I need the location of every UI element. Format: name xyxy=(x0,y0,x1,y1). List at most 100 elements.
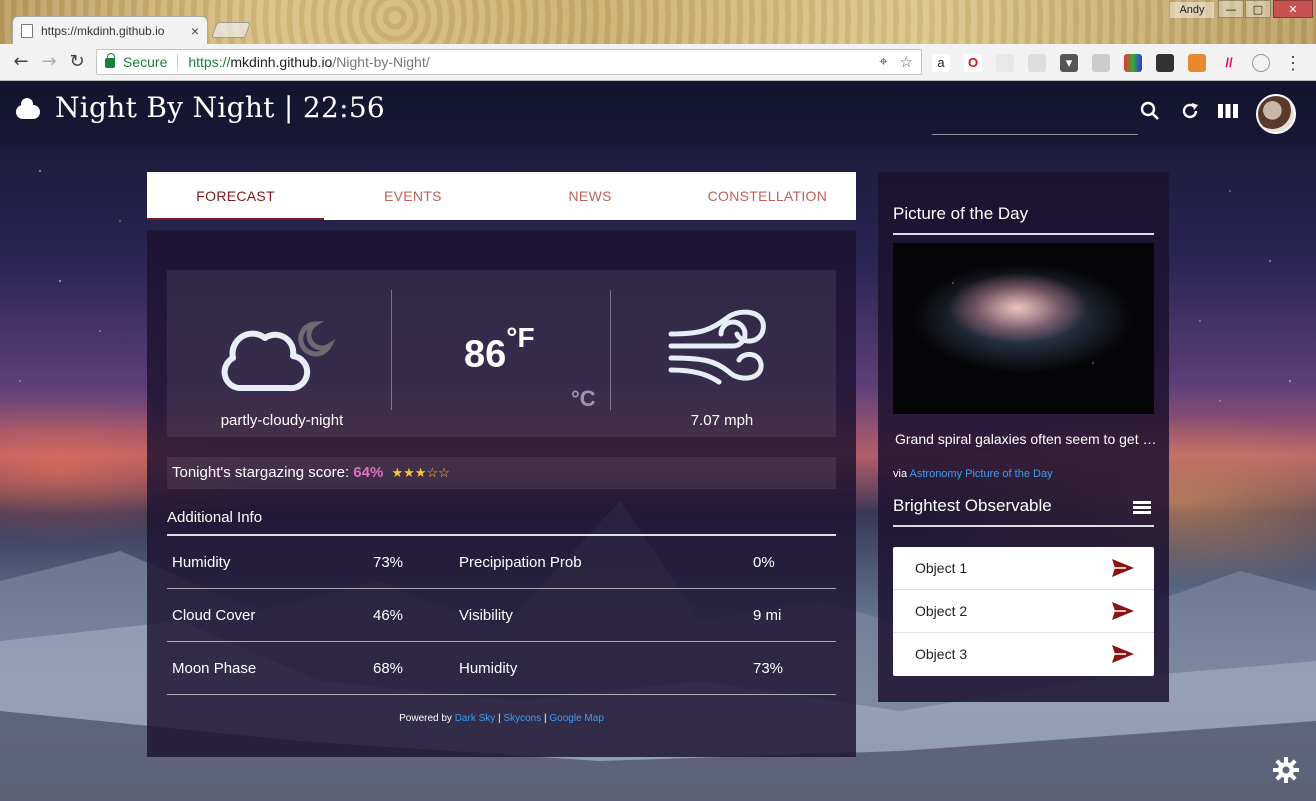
footer-separator: | xyxy=(544,713,547,724)
new-tab-button[interactable] xyxy=(211,22,251,38)
dark-sky-link[interactable]: Dark Sky xyxy=(455,713,496,724)
via-label: via xyxy=(893,468,908,480)
apod-link[interactable]: Astronomy Picture of the Day xyxy=(910,468,1053,480)
score-label: Tonight's stargazing score: xyxy=(172,464,350,481)
partly-cloudy-night-icon xyxy=(221,321,336,392)
tab-constellation[interactable]: CONSTELLATION xyxy=(679,172,856,220)
info-label: Precipipation Prob xyxy=(459,554,582,571)
potd-title: Picture of the Day xyxy=(893,204,1029,223)
url-scheme: https:// xyxy=(188,54,231,70)
stargazing-score-bar: Tonight's stargazing score: 64% ★★★☆☆ xyxy=(167,457,836,489)
object-list: Object 1 Object 2 Object 3 xyxy=(893,547,1154,676)
weather-divider-1 xyxy=(391,290,392,410)
temperature-number: 86 xyxy=(464,333,507,376)
extension-icon-3[interactable] xyxy=(996,54,1014,72)
url-input[interactable]: Secure https:// mkdinh.github.io /Night-… xyxy=(96,49,922,75)
search-icon[interactable] xyxy=(1138,101,1162,125)
user-avatar[interactable] xyxy=(1256,94,1296,134)
profile-chip[interactable]: Andy xyxy=(1170,2,1214,18)
object-label: Object 1 xyxy=(915,560,968,576)
forecast-card: partly-cloudy-night 86°F °C 7.07 mph Ton… xyxy=(147,230,856,757)
temperature-value: 86°F xyxy=(464,322,535,377)
tab-news[interactable]: NEWS xyxy=(502,172,679,220)
location-icon[interactable]: ⌖ xyxy=(879,53,887,71)
opera-extension-icon[interactable]: O xyxy=(964,54,982,72)
info-value: 0% xyxy=(753,554,775,571)
info-value: 9 mi xyxy=(753,607,782,624)
info-label: Visibility xyxy=(459,607,513,624)
sidebar-card: Picture of the Day Grand spiral galaxies… xyxy=(878,172,1169,702)
info-label: Moon Phase xyxy=(172,660,257,677)
brightest-title: Brightest Observable xyxy=(893,496,1052,515)
list-item[interactable]: Object 3 xyxy=(893,633,1154,676)
powered-by-label: Powered by xyxy=(399,713,452,724)
omnibox-separator xyxy=(177,54,179,70)
info-value: 73% xyxy=(753,660,784,677)
bookmark-star-icon[interactable]: ☆ xyxy=(900,53,913,71)
eyedropper-extension-icon[interactable] xyxy=(1156,54,1174,72)
amazon-extension-icon[interactable]: a xyxy=(932,54,950,72)
footer-separator: | xyxy=(498,713,501,724)
main-tabs: FORECAST EVENTS NEWS CONSTELLATION xyxy=(147,172,856,220)
brightest-rule xyxy=(893,525,1154,527)
back-arrow-icon[interactable]: ← xyxy=(10,52,32,72)
reload-icon[interactable]: ↻ xyxy=(66,52,88,72)
skycons-link[interactable]: Skycons xyxy=(503,713,541,724)
app-title: Night By Night | 22:56 xyxy=(55,91,386,124)
window-close-button[interactable]: ✕ xyxy=(1273,0,1313,18)
info-label: Humidity xyxy=(172,554,231,571)
search-input[interactable] xyxy=(932,134,1138,135)
list-icon[interactable] xyxy=(1133,501,1151,515)
tab-forecast[interactable]: FORECAST xyxy=(147,172,325,220)
info-row: Humidity 73% Precipipation Prob 0% xyxy=(167,536,836,589)
weather-divider-2 xyxy=(610,290,611,410)
chrome-menu-icon[interactable]: ⋮ xyxy=(1284,54,1302,72)
page-icon xyxy=(21,23,33,38)
object-label: Object 3 xyxy=(915,646,968,662)
app-bar: Night By Night | 22:56 xyxy=(0,81,1316,147)
send-icon[interactable] xyxy=(1112,645,1134,663)
info-row: Cloud Cover 46% Visibility 9 mi xyxy=(167,589,836,642)
temperature-unit-f[interactable]: °F xyxy=(506,322,534,353)
pocket-extension-icon[interactable]: ▾ xyxy=(1060,54,1078,72)
minimize-button[interactable]: — xyxy=(1218,0,1244,18)
extension-icon-11[interactable] xyxy=(1252,54,1270,72)
potd-galaxy-image[interactable] xyxy=(893,243,1154,414)
browser-tab[interactable]: https://mkdinh.github.io × xyxy=(12,16,208,44)
send-icon[interactable] xyxy=(1112,602,1134,620)
columns-icon[interactable] xyxy=(1216,101,1240,125)
refresh-icon[interactable] xyxy=(1178,101,1202,125)
extension-icon-10[interactable]: // xyxy=(1220,54,1238,72)
forward-arrow-icon[interactable]: → xyxy=(38,52,60,72)
list-item[interactable]: Object 2 xyxy=(893,590,1154,633)
tab-events[interactable]: EVENTS xyxy=(324,172,501,220)
secure-label: Secure xyxy=(123,54,168,70)
info-value: 73% xyxy=(373,554,404,571)
weather-summary: partly-cloudy-night 86°F °C 7.07 mph xyxy=(167,270,836,437)
url-host: mkdinh.github.io xyxy=(230,54,333,70)
wind-speed: 7.07 mph xyxy=(690,412,754,429)
info-row: Moon Phase 68% Humidity 73% xyxy=(167,642,836,695)
temperature-unit-c[interactable]: °C xyxy=(571,386,596,412)
settings-gear-icon[interactable] xyxy=(1272,756,1300,784)
powered-by-footer: Powered by Dark Sky | Skycons | Google M… xyxy=(147,713,856,724)
info-value: 68% xyxy=(373,660,404,677)
extension-icon-7[interactable] xyxy=(1124,54,1142,72)
tab-close-icon[interactable]: × xyxy=(191,23,199,39)
object-label: Object 2 xyxy=(915,603,968,619)
send-icon[interactable] xyxy=(1112,559,1134,577)
info-label: Humidity xyxy=(459,660,518,677)
extension-icon-6[interactable] xyxy=(1092,54,1110,72)
info-value: 46% xyxy=(373,607,404,624)
score-value: 64% xyxy=(353,464,384,481)
maximize-button[interactable]: □ xyxy=(1245,0,1271,18)
additional-info-title: Additional Info xyxy=(167,509,263,526)
page-viewport: Night By Night | 22:56 FORECAST EVENTS N… xyxy=(0,81,1316,801)
extension-icon-4[interactable] xyxy=(1028,54,1046,72)
list-item[interactable]: Object 1 xyxy=(893,547,1154,590)
info-label: Cloud Cover xyxy=(172,607,256,624)
cloud-logo-icon xyxy=(16,98,40,119)
extension-icon-9[interactable] xyxy=(1188,54,1206,72)
google-map-link[interactable]: Google Map xyxy=(549,713,603,724)
potd-caption[interactable]: Grand spiral galaxies often seem to get … xyxy=(895,431,1157,447)
